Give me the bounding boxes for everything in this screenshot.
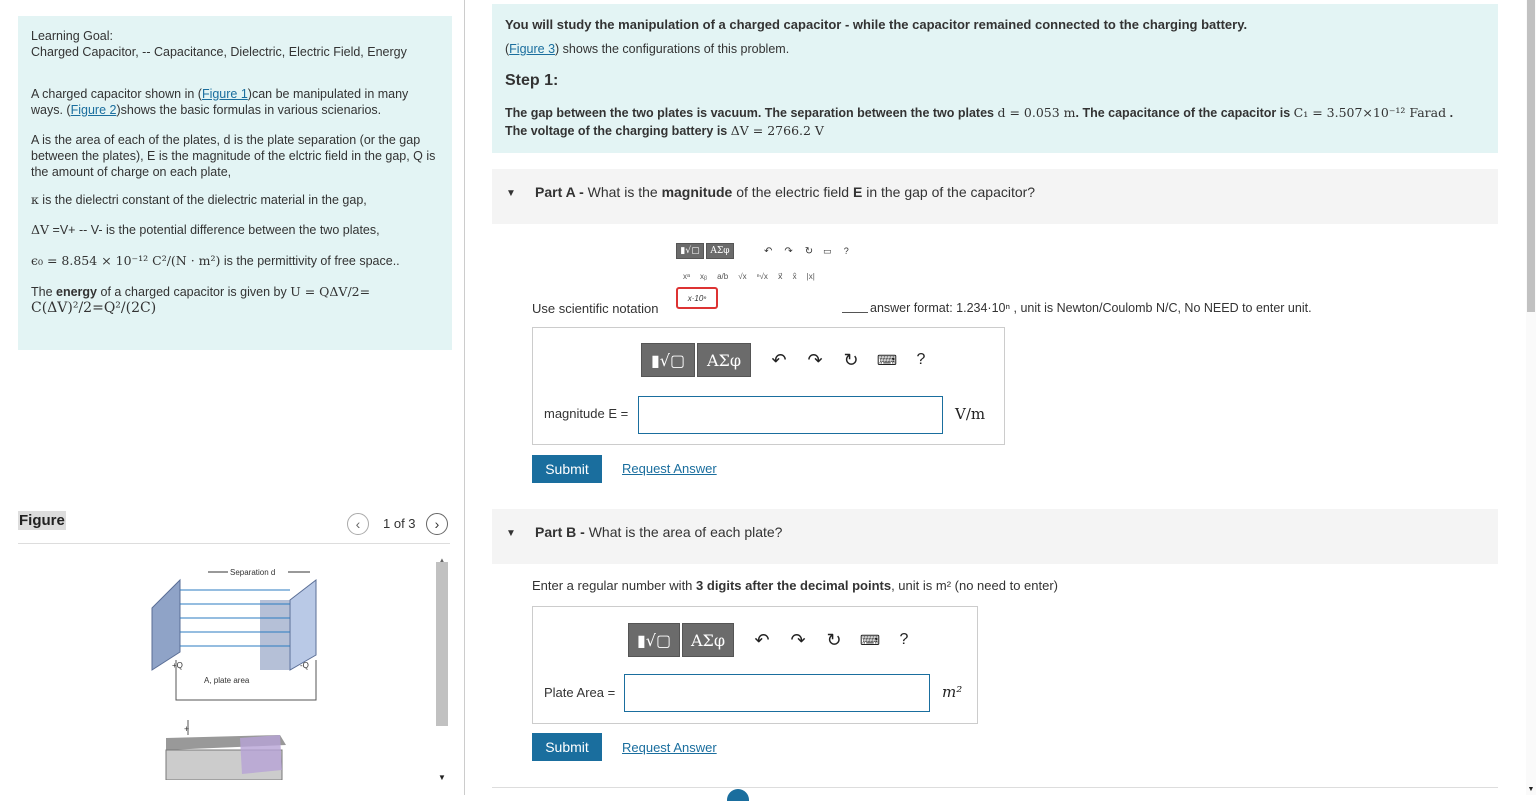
plate-area-label: Plate Area = [544, 685, 616, 700]
part-a-request-answer-link[interactable]: Request Answer [622, 461, 717, 476]
svg-text:A, plate area: A, plate area [204, 676, 250, 685]
mini-toolbar: ▮√▢ ΑΣφ ↶ ↷ ↻ ▭? [676, 243, 849, 259]
learning-goal-panel: Learning Goal: Charged Capacitor, -- Cap… [18, 16, 452, 350]
redo-icon[interactable]: ↷ [801, 348, 829, 372]
intro-line-2: (Figure 3) shows the configurations of t… [505, 42, 790, 56]
part-b-instructions: Enter a regular number with 3 digits aft… [532, 578, 1058, 593]
part-b-header[interactable]: ▼ Part B - What is the area of each plat… [492, 509, 1498, 564]
part-a-toolbar: ▮√▢ ΑΣφ ↶ ↷ ↻ ⌨ ? [641, 343, 935, 377]
chevron-right-icon[interactable]: › [426, 513, 448, 535]
figure-title: Figure [18, 511, 66, 530]
unit-label: V/m [955, 405, 986, 423]
redo-icon[interactable]: ↷ [784, 628, 812, 652]
help-icon[interactable]: ? [890, 628, 918, 652]
hint-underline [842, 312, 868, 313]
templates-button[interactable]: ▮√▢ [628, 623, 680, 657]
figure-pager: 1 of 3 [383, 516, 416, 531]
reset-icon[interactable]: ↻ [837, 348, 865, 372]
bottom-divider [492, 787, 1498, 788]
collapse-triangle-icon[interactable]: ▼ [506, 528, 516, 539]
figure-1-link[interactable]: Figure 1 [202, 87, 248, 101]
page-scrollbar[interactable]: ▼ [1526, 0, 1536, 795]
part-a-answer-box: ▮√▢ ΑΣφ ↶ ↷ ↻ ⌨ ? magnitude E = V/m [532, 327, 1005, 445]
plate-area-input[interactable] [624, 674, 930, 712]
part-b-request-answer-link[interactable]: Request Answer [622, 740, 717, 755]
keyboard-icon[interactable]: ⌨ [873, 348, 901, 372]
answer-format-hint: answer format: 1.234·10ⁿ , unit is Newto… [870, 301, 1312, 315]
goal-paragraph-6: The energy of a charged capacitor is giv… [31, 284, 371, 316]
figure-3-link[interactable]: Figure 3 [509, 42, 555, 56]
goal-paragraph-1: A charged capacitor shown in (Figure 1)c… [31, 87, 409, 117]
magnitude-label: magnitude E = [544, 406, 629, 421]
part-b-label: Part B - What is the area of each plate? [535, 524, 783, 540]
undo-icon[interactable]: ↶ [748, 628, 776, 652]
separation-label: Separation d [230, 568, 275, 577]
part-a-submit-button[interactable]: Submit [532, 455, 602, 483]
goal-paragraph-3: κ is the dielectri constant of the diele… [31, 192, 367, 207]
greek-symbols-button[interactable]: ΑΣφ [697, 343, 751, 377]
figure-divider [18, 543, 450, 544]
step-heading: Step 1: [505, 72, 559, 89]
goal-topics: Charged Capacitor, -- Capacitance, Diele… [31, 45, 407, 59]
goal-paragraph-5: ϵ₀ = 8.854 × 10⁻¹² C²/(N · m²) is the pe… [31, 253, 400, 268]
goal-paragraph-2: A is the area of each of the plates, d i… [31, 133, 436, 179]
part-a-label: Part A - What is the magnitude of the el… [535, 184, 1036, 200]
mini-toolbar-row-2: xᵃ xᵦ a/b √x ⁿ√x x⃗ x̂ |x| [683, 272, 815, 281]
help-icon[interactable]: ? [907, 348, 935, 372]
reset-icon[interactable]: ↻ [820, 628, 848, 652]
capacitor-figure: Separation d +Q -Q A, plate area + [151, 568, 317, 780]
keyboard-icon[interactable]: ⌨ [856, 628, 884, 652]
figure-2-link[interactable]: Figure 2 [71, 103, 117, 117]
goal-heading: Learning Goal: [31, 29, 114, 43]
figure-scrollbar[interactable]: ▲ ▼ [435, 556, 449, 782]
intro-line-1: You will study the manipulation of a cha… [505, 17, 1248, 32]
part-a-header[interactable]: ▼ Part A - What is the magnitude of the … [492, 169, 1498, 224]
svg-text:+Q: +Q [172, 661, 183, 670]
part-b-submit-button[interactable]: Submit [532, 733, 602, 761]
problem-intro-panel: You will study the manipulation of a cha… [492, 4, 1498, 153]
templates-button[interactable]: ▮√▢ [641, 343, 695, 377]
sci-notation-button: x·10ⁿ [676, 287, 718, 309]
greek-symbols-button[interactable]: ΑΣφ [682, 623, 734, 657]
unit-label: m² [942, 683, 963, 701]
magnitude-input[interactable] [638, 396, 943, 434]
part-b-toolbar: ▮√▢ ΑΣφ ↶ ↷ ↻ ⌨ ? [628, 623, 918, 657]
column-divider [464, 0, 465, 795]
feedback-icon[interactable] [727, 789, 749, 801]
chevron-left-icon[interactable]: ‹ [347, 513, 369, 535]
undo-icon[interactable]: ↶ [765, 348, 793, 372]
svg-text:-Q: -Q [300, 661, 309, 670]
sci-notation-hint: Use scientific notation [532, 301, 659, 316]
step-text: The gap between the two plates is vacuum… [505, 105, 1454, 138]
goal-paragraph-4: ΔV =V+ -- V- is the potential difference… [31, 222, 380, 237]
collapse-triangle-icon[interactable]: ▼ [506, 188, 516, 199]
part-b-answer-box: ▮√▢ ΑΣφ ↶ ↷ ↻ ⌨ ? Plate Area = m² [532, 606, 978, 724]
